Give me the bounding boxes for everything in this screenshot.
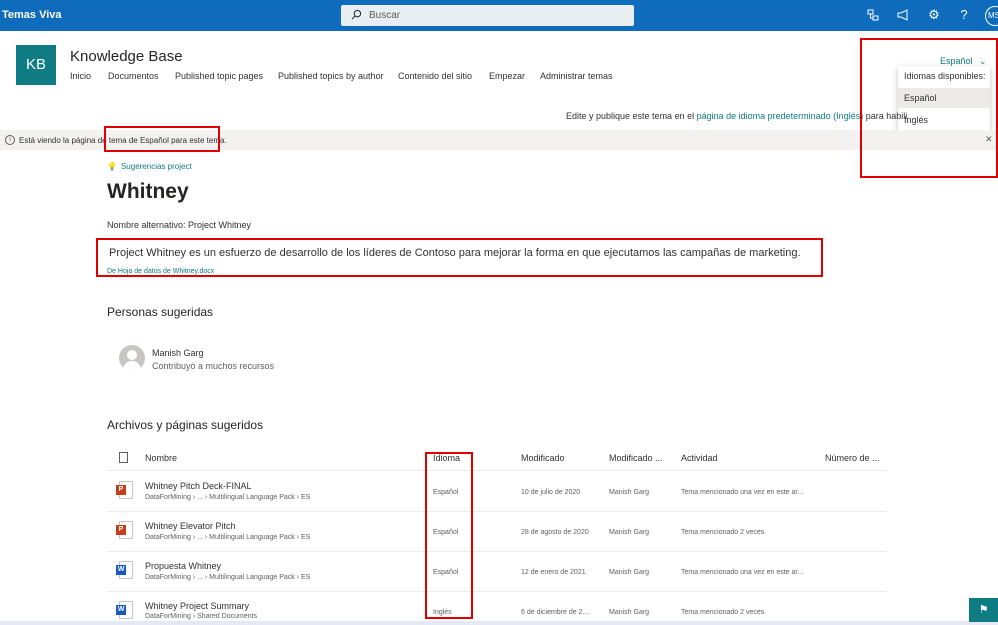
file-modified-by: Manish Garg [609,609,650,616]
suggested-files-heading: Archivos y páginas sugeridos [107,418,264,432]
file-name[interactable]: Propuesta Whitney [145,561,221,571]
edit-notice: Edite y publique este tema en el página … [566,111,907,121]
highlight-language-column [425,452,473,619]
word-icon: W [116,561,134,580]
nav-item-inicio[interactable]: Inicio [70,71,91,81]
file-modified: 12 de enero de 2021 [521,569,586,576]
column-header-numero[interactable]: Número de ... [825,453,880,463]
info-icon: i [5,135,15,145]
site-logo[interactable]: KB [16,45,56,85]
column-header-nombre[interactable]: Nombre [145,453,177,463]
file-path: DataForMining › ... › Multilingual Langu… [145,494,311,501]
file-activity: Tema mencionado 2 veces [681,529,765,536]
file-modified-by: Manish Garg [609,489,650,496]
org-chart-icon[interactable] [866,8,880,22]
row-divider [107,470,887,471]
suggestion-label-text: Sugerencias project [120,162,192,171]
edit-notice-prefix: Edite y publique este tema en el [566,111,697,121]
column-header-modificado-por[interactable]: Modificado ... [609,453,663,463]
powerpoint-icon: P [116,481,134,500]
file-path: DataForMining › ... › Multilingual Langu… [145,574,311,581]
help-icon[interactable]: ? [957,8,971,22]
site-title[interactable]: Knowledge Base [70,48,183,65]
file-name[interactable]: Whitney Project Summary [145,601,249,611]
nav-item-published-topics-by-author[interactable]: Published topics by author [278,71,384,81]
column-header-actividad[interactable]: Actividad [681,453,718,463]
megaphone-icon[interactable] [896,8,910,22]
feedback-button[interactable]: ⚑ [969,598,998,622]
nav-item-contenido-del-sitio[interactable]: Contenido del sitio [398,71,472,81]
nav-item-empezar[interactable]: Empezar [489,71,525,81]
search-input[interactable]: Buscar [369,10,400,21]
bottom-strip [0,621,998,625]
feedback-icon: ⚑ [978,604,989,616]
user-avatar[interactable]: MS [985,6,998,26]
person-name[interactable]: Manish Garg [152,348,204,358]
gear-icon[interactable]: ⚙ [927,8,941,22]
highlight-info-bar [104,126,220,152]
file-modified-by: Manish Garg [609,569,650,576]
person-detail: Contribuyó a muchos recursos [152,361,275,371]
highlight-language-menu [860,38,998,178]
avatar[interactable] [119,345,145,371]
file-modified: 6 de diciembre de 2... [521,609,589,616]
lightbulb-icon: 💡 [107,162,117,171]
file-name[interactable]: Whitney Elevator Pitch [145,521,236,531]
search-box[interactable]: Buscar [341,5,634,26]
topic-title: Whitney [107,180,189,203]
row-divider [107,591,887,592]
column-header-modificado[interactable]: Modificado [521,453,565,463]
alternate-name: Nombre alternativo: Project Whitney [107,220,252,230]
file-name[interactable]: Whitney Pitch Deck-FINAL [145,481,252,491]
row-divider [107,511,887,512]
file-modified: 28 de agosto de 2020 [521,529,589,536]
file-modified-by: Manish Garg [609,529,650,536]
file-activity: Tema mencionado una vez en este ar... [681,489,804,496]
default-language-link[interactable]: página de idioma predeterminado (Inglés) [697,111,864,121]
file-type-column-icon [119,452,128,463]
file-activity: Tema mencionado una vez en este ar... [681,569,804,576]
file-activity: Tema mencionado 2 veces [681,609,765,616]
word-icon: W [116,601,134,620]
row-divider [107,551,887,552]
nav-item-published-topic-pages[interactable]: Published topic pages [175,71,263,81]
app-title[interactable]: Temas Viva [2,9,62,21]
highlight-description [96,238,823,277]
file-path: DataForMining › ... › Multilingual Langu… [145,534,311,541]
file-modified: 10 de julio de 2020 [521,489,581,496]
suite-bar: Temas Viva Buscar ⚙ ? MS [0,0,998,31]
suggested-people-heading: Personas sugeridas [107,305,214,319]
powerpoint-icon: P [116,521,134,540]
file-path: DataForMining › Shared Documents [145,613,258,620]
nav-item-administrar-temas[interactable]: Administrar temas [540,71,613,81]
suggestion-label[interactable]: 💡 Sugerencias project [107,162,192,171]
search-icon [351,9,362,20]
nav-item-documentos[interactable]: Documentos [108,71,159,81]
